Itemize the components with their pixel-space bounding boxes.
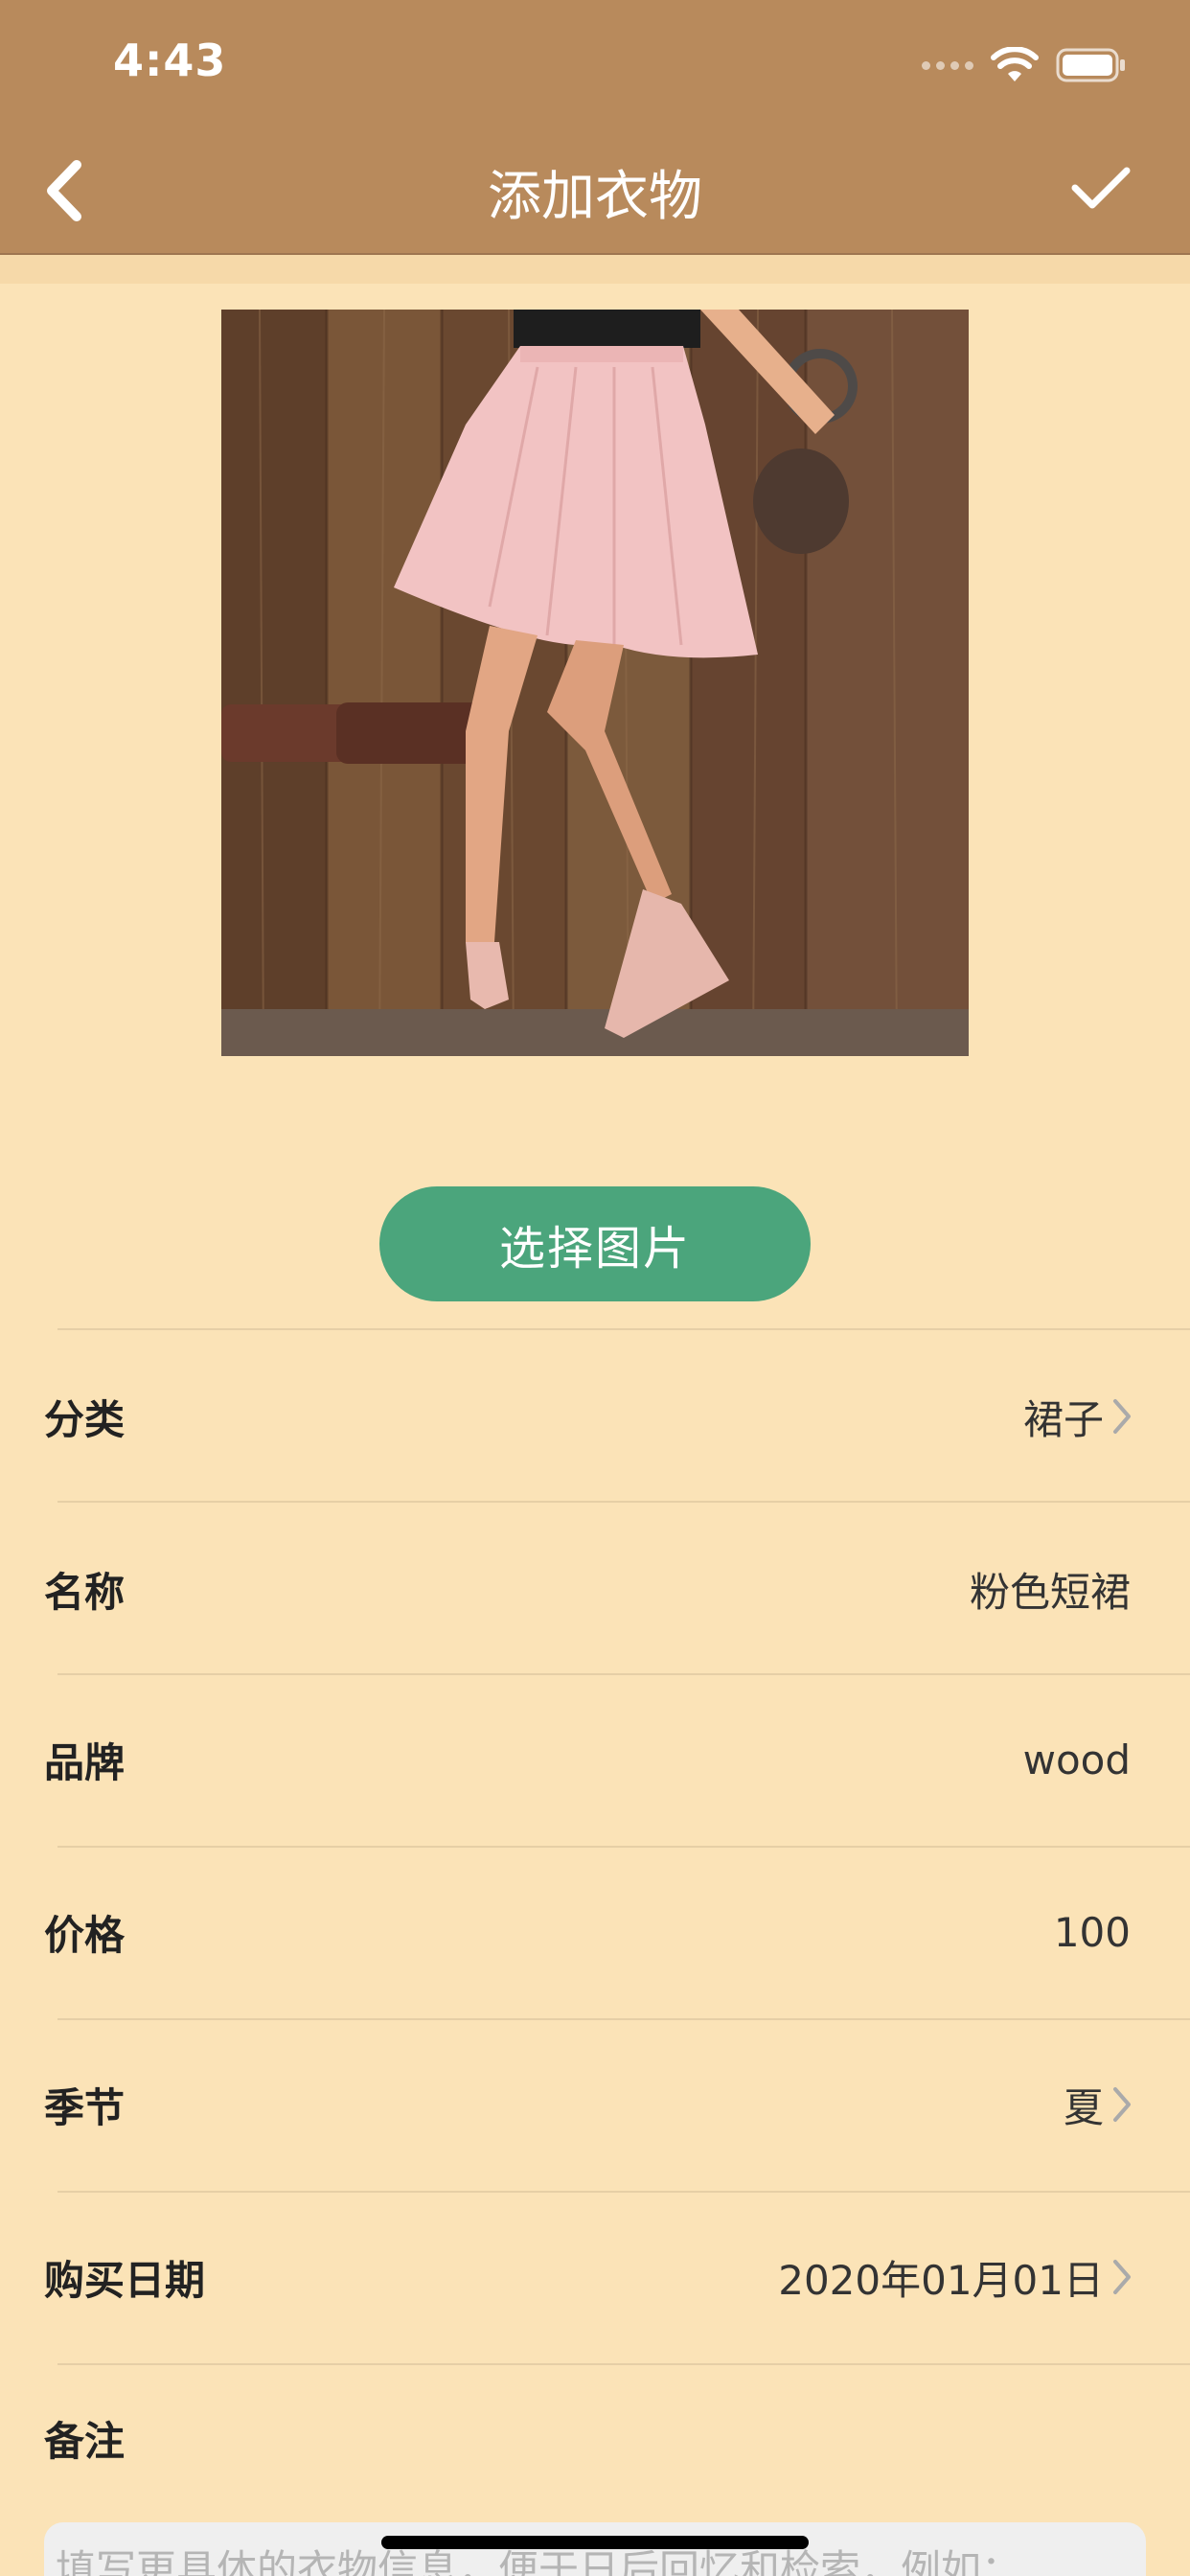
chevron-right-icon [1113, 1399, 1131, 1434]
price-row[interactable]: 价格 100 [0, 1846, 1190, 2018]
category-row[interactable]: 分类 裙子 [0, 1330, 1190, 1503]
signal-icon [922, 60, 973, 70]
chevron-right-icon [1113, 2260, 1131, 2294]
season-row[interactable]: 季节 夏 [0, 2018, 1190, 2191]
wifi-icon [991, 47, 1039, 83]
page-title: 添加衣物 [488, 166, 702, 228]
note-label: 备注 [44, 2418, 126, 2465]
status-time: 4:43 [113, 34, 227, 86]
brand-label: 品牌 [44, 1738, 126, 1786]
battery-icon [1056, 47, 1127, 83]
nav-shadow-band [0, 255, 1190, 284]
season-value-container: 夏 [1064, 2018, 1133, 2191]
home-indicator [381, 2536, 809, 2549]
name-value[interactable]: 粉色短裙 [970, 1503, 1131, 1675]
category-value: 裙子 [1022, 1395, 1104, 1443]
skirt-photo-icon [221, 310, 969, 1056]
purchase-date-value-container: 2020年01月01日 [778, 2191, 1133, 2363]
chevron-right-icon [1113, 2087, 1131, 2122]
name-row[interactable]: 名称 粉色短裙 [0, 1503, 1190, 1675]
purchase-date-row[interactable]: 购买日期 2020年01月01日 [0, 2191, 1190, 2363]
purchase-date-label: 购买日期 [44, 2256, 206, 2304]
note-textarea[interactable]: 填写更具体的衣物信息，便于日后回忆和检索，例如： [44, 2522, 1146, 2576]
clothing-photo[interactable] [221, 310, 969, 1056]
nav-bar: 4:43 添加衣物 [0, 0, 1190, 255]
brand-value[interactable]: wood [1023, 1673, 1131, 1846]
season-value: 夏 [1063, 2083, 1104, 2131]
select-image-button[interactable]: 选择图片 [379, 1186, 811, 1301]
purchase-date-value: 2020年01月01日 [778, 2256, 1104, 2304]
price-value[interactable]: 100 [1054, 1846, 1131, 2018]
add-clothing-screen: 4:43 添加衣物 选择图片 分类 裙子 名称 粉色短裙 品牌 wood 价格 … [0, 0, 1190, 2576]
checkmark-icon [1071, 167, 1131, 209]
category-label: 分类 [44, 1395, 126, 1443]
category-value-container: 裙子 [1023, 1330, 1133, 1503]
name-label: 名称 [44, 1568, 126, 1616]
divider [57, 2363, 1190, 2365]
price-label: 价格 [44, 1911, 126, 1959]
status-icons [922, 46, 1127, 84]
confirm-button[interactable] [1069, 163, 1133, 213]
season-label: 季节 [44, 2083, 126, 2131]
brand-row[interactable]: 品牌 wood [0, 1673, 1190, 1846]
